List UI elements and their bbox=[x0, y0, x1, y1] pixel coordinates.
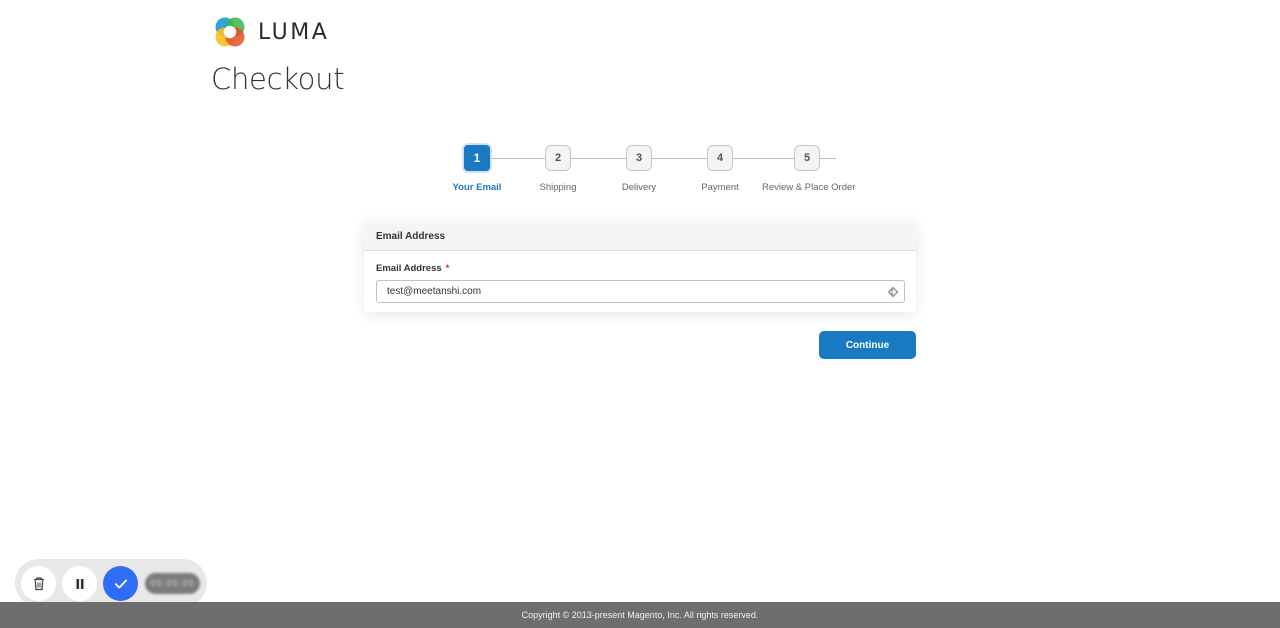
check-icon bbox=[114, 579, 127, 588]
step-label: Shipping bbox=[539, 182, 577, 193]
step-shipping[interactable]: 2 Shipping bbox=[513, 144, 603, 193]
card-title: Email Address bbox=[364, 222, 916, 251]
step-number: 3 bbox=[626, 145, 652, 171]
step-number: 5 bbox=[794, 145, 820, 171]
luma-logo-icon bbox=[215, 17, 245, 47]
step-delivery[interactable]: 3 Delivery bbox=[594, 144, 684, 193]
continue-button[interactable]: Continue bbox=[819, 331, 916, 359]
trash-icon bbox=[33, 577, 44, 591]
page-title: Checkout bbox=[211, 62, 345, 96]
required-asterisk: * bbox=[445, 263, 450, 274]
step-payment[interactable]: 4 Payment bbox=[675, 144, 765, 193]
step-review-place-order[interactable]: 5 Review & Place Order bbox=[762, 144, 856, 193]
site-logo[interactable]: LUMA bbox=[212, 14, 329, 50]
copyright-text: Copyright © 2013-present Magento, Inc. A… bbox=[521, 610, 759, 620]
logo-text: LUMA bbox=[258, 19, 330, 45]
pause-icon bbox=[76, 578, 83, 589]
step-number: 4 bbox=[707, 145, 733, 171]
email-input[interactable] bbox=[376, 280, 905, 303]
recording-timer: 00:00:00 bbox=[145, 573, 200, 594]
autofill-key-icon[interactable] bbox=[886, 285, 900, 299]
pause-recording-button[interactable] bbox=[62, 566, 97, 601]
step-label: Delivery bbox=[621, 182, 657, 193]
checkout-progress-bar: 1 Your Email 2 Shipping 3 Delivery 4 Pay… bbox=[440, 143, 880, 200]
finish-recording-button[interactable] bbox=[103, 566, 138, 601]
screen-recorder-toolbar: 00:00:00 bbox=[15, 559, 207, 607]
delete-recording-button[interactable] bbox=[21, 566, 56, 601]
step-number: 2 bbox=[545, 145, 571, 171]
email-field-label: Email Address * bbox=[376, 263, 449, 274]
step-your-email[interactable]: 1 Your Email bbox=[432, 143, 522, 193]
email-address-card: Email Address Email Address * bbox=[364, 222, 916, 312]
step-label: Your Email bbox=[452, 182, 502, 193]
step-label: Payment bbox=[701, 182, 739, 193]
email-label-text: Email Address bbox=[376, 263, 442, 274]
page-footer: Copyright © 2013-present Magento, Inc. A… bbox=[0, 602, 1280, 628]
step-number: 1 bbox=[462, 143, 492, 173]
step-label: Review & Place Order bbox=[762, 182, 856, 193]
